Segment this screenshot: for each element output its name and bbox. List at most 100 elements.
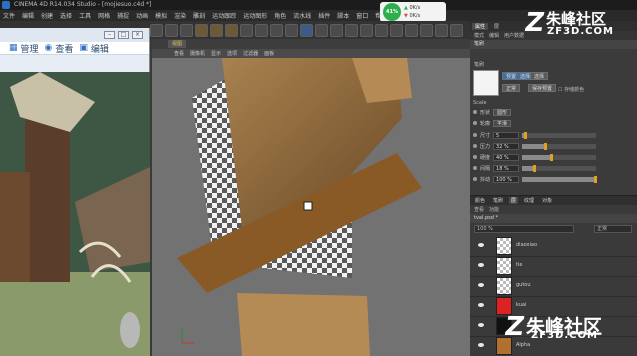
array-icon[interactable]: [345, 23, 358, 37]
spacing-field[interactable]: 18 %: [493, 164, 520, 172]
menu-item-mesh[interactable]: 网格: [98, 11, 110, 20]
profile-select[interactable]: 平滑: [493, 119, 512, 127]
spacing-anim-dot-icon[interactable]: [473, 166, 477, 170]
layer-menu-functions[interactable]: 功能: [489, 206, 499, 213]
extra-select-button[interactable]: 选择: [530, 72, 549, 80]
size-anim-dot-icon[interactable]: [473, 133, 477, 137]
rotate-tool-icon[interactable]: [180, 23, 193, 37]
file-explorer-window[interactable]: – □ × ▦ 管理 ◉ 查看 ▣ 编辑: [0, 28, 150, 356]
subdivision-icon[interactable]: [330, 23, 343, 37]
visibility-eye-icon[interactable]: [478, 283, 484, 287]
tab-layers[interactable]: 层: [491, 23, 502, 30]
viewport-scene[interactable]: [152, 58, 470, 356]
shape-anim-dot-icon[interactable]: [473, 110, 477, 114]
ribbon-tab-edit[interactable]: ▣ 编辑: [79, 42, 109, 55]
menu-item-select[interactable]: 选择: [60, 11, 72, 20]
render-picture-viewer-icon[interactable]: [270, 23, 283, 37]
mode-select[interactable]: 正常: [502, 84, 521, 92]
spacing-slider-knob[interactable]: [533, 164, 537, 172]
brush-preview-swatch[interactable]: [473, 70, 499, 96]
jitter-anim-dot-icon[interactable]: [473, 177, 477, 181]
texture-file-name[interactable]: tval.psd *: [470, 214, 637, 223]
deformer-icon[interactable]: [360, 23, 373, 37]
size-field[interactable]: 5: [493, 131, 520, 139]
prop-profile[interactable]: 轮廓 平滑: [473, 119, 636, 127]
viewport-menu-panel[interactable]: 面板: [264, 50, 274, 57]
pressure-field[interactable]: 32 %: [493, 142, 520, 150]
network-speed-widget[interactable]: 41% ▲ 0K/s ▼ 0K/s: [380, 2, 446, 22]
floor-icon[interactable]: [375, 23, 388, 37]
size-slider-knob[interactable]: [524, 131, 528, 139]
menu-item-character[interactable]: 角色: [274, 11, 286, 20]
menu-item-pipeline[interactable]: 流水线: [293, 11, 311, 20]
layout-icon[interactable]: [450, 23, 463, 37]
light-icon[interactable]: [405, 23, 418, 37]
layer-row[interactable]: gutou: [470, 275, 637, 297]
prop-hardness[interactable]: 硬度 40 %: [473, 153, 636, 161]
maximize-button[interactable]: □: [118, 31, 129, 39]
z-axis-icon[interactable]: [225, 23, 238, 37]
hardness-field[interactable]: 40 %: [493, 153, 520, 161]
prop-size[interactable]: 尺寸 5: [473, 131, 636, 139]
save-preset-button[interactable]: 保存预置: [528, 84, 557, 92]
layer-menu-view[interactable]: 查看: [474, 206, 484, 213]
store-color-checkbox[interactable]: ☐ 存储颜色: [558, 86, 584, 93]
minimize-button[interactable]: –: [104, 31, 115, 39]
viewport-tab[interactable]: 视图: [168, 40, 187, 48]
hardness-slider[interactable]: [522, 153, 597, 161]
visibility-eye-icon[interactable]: [478, 243, 484, 247]
camera-icon[interactable]: [390, 23, 403, 37]
visibility-eye-icon[interactable]: [478, 323, 484, 327]
pressure-slider-knob[interactable]: [543, 142, 547, 150]
visibility-eye-icon[interactable]: [478, 343, 484, 347]
pen-icon[interactable]: [315, 23, 328, 37]
3d-viewport[interactable]: 视图 查看 摄像机 显示 选项 过滤器 面板: [152, 39, 470, 356]
profile-anim-dot-icon[interactable]: [473, 121, 477, 125]
menu-item-window[interactable]: 窗口: [356, 11, 368, 20]
menu-item-mograph[interactable]: 运动图形: [243, 11, 267, 20]
jitter-slider-knob[interactable]: [594, 175, 598, 183]
hardness-anim-dot-icon[interactable]: [473, 155, 477, 159]
tab-layer[interactable]: 层: [509, 197, 519, 204]
prop-pressure[interactable]: 压力 32 %: [473, 142, 636, 150]
visibility-eye-icon[interactable]: [478, 263, 484, 267]
move-tool-icon[interactable]: [150, 23, 163, 37]
menu-item-plugins[interactable]: 插件: [318, 11, 330, 20]
menu-item-create[interactable]: 创建: [41, 11, 53, 20]
tab-color[interactable]: 颜色: [473, 197, 487, 204]
menu-item-simulate[interactable]: 模拟: [155, 11, 167, 20]
coordinate-system-icon[interactable]: [240, 23, 253, 37]
close-button[interactable]: ×: [132, 31, 143, 39]
prop-shape[interactable]: 形状 圆形: [473, 108, 636, 116]
tab-texture[interactable]: 纹理: [522, 197, 536, 204]
hardness-slider-knob[interactable]: [549, 153, 553, 161]
prop-spacing[interactable]: 间隔 18 %: [473, 164, 636, 172]
render-settings-icon[interactable]: [285, 23, 298, 37]
prop-jitter[interactable]: 抖动 100 %: [473, 175, 636, 183]
uv-mode-icon[interactable]: [435, 23, 448, 37]
subtab-edit[interactable]: 编辑: [489, 32, 499, 39]
layer-row[interactable]: tie: [470, 255, 637, 277]
x-axis-icon[interactable]: [195, 23, 208, 37]
tab-attributes[interactable]: 属性: [472, 22, 489, 30]
menu-item-edit[interactable]: 编辑: [22, 11, 34, 20]
size-slider[interactable]: [522, 131, 597, 139]
menu-item-script[interactable]: 脚本: [337, 11, 349, 20]
jitter-field[interactable]: 100 %: [493, 175, 520, 183]
menu-item-motion-tracker[interactable]: 运动跟踪: [212, 11, 236, 20]
viewport-menu-view[interactable]: 查看: [174, 50, 184, 57]
viewport-menu-options[interactable]: 选项: [227, 50, 237, 57]
menu-item-render[interactable]: 渲染: [174, 11, 186, 20]
ribbon-tab-view[interactable]: ◉ 查看: [45, 42, 74, 55]
opacity-field[interactable]: 100 %: [474, 225, 574, 233]
visibility-eye-icon[interactable]: [478, 303, 484, 307]
viewport-menu-camera[interactable]: 摄像机: [190, 50, 205, 57]
viewport-menu-filter[interactable]: 过滤器: [243, 50, 258, 57]
viewport-menu-display[interactable]: 显示: [211, 50, 221, 57]
render-view-icon[interactable]: [255, 23, 268, 37]
pressure-anim-dot-icon[interactable]: [473, 144, 477, 148]
blend-mode-select[interactable]: 正常: [594, 225, 632, 233]
menu-item-tools[interactable]: 工具: [79, 11, 91, 20]
subtab-mode[interactable]: 模式: [474, 32, 484, 39]
menu-item-file[interactable]: 文件: [3, 11, 15, 20]
